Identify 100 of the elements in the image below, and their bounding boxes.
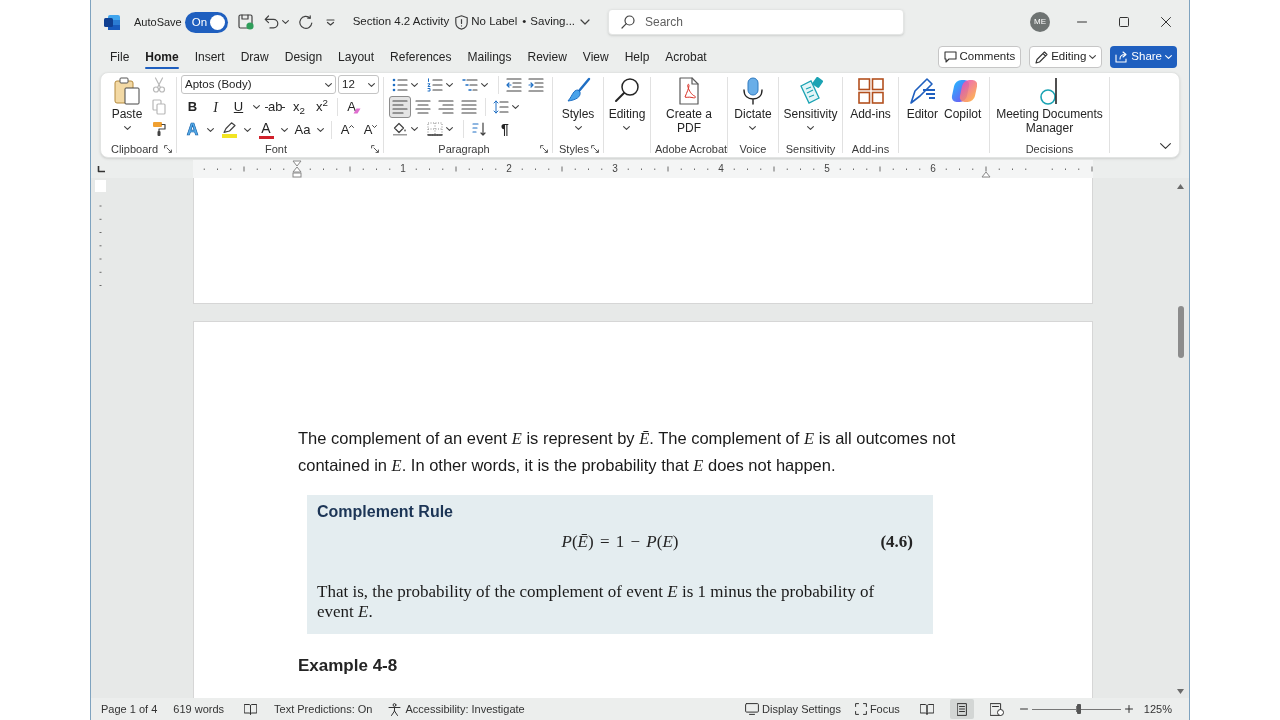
styles-button[interactable]: Styles <box>561 77 595 141</box>
display-settings-button[interactable]: Display Settings <box>745 700 841 718</box>
minus-icon[interactable] <box>1019 708 1028 710</box>
caret-icon[interactable] <box>281 20 289 24</box>
page-count[interactable]: Page 1 of 4 <box>101 700 158 718</box>
undo-icon[interactable] <box>263 15 279 29</box>
search-field[interactable]: Search <box>608 9 904 35</box>
caret-icon[interactable] <box>281 128 288 132</box>
sensitivity-label[interactable]: No Label <box>471 13 518 31</box>
focus-button[interactable]: Focus <box>854 700 900 718</box>
maximize-icon[interactable] <box>1119 17 1129 27</box>
caret-icon[interactable] <box>317 128 324 132</box>
meeting-documents-button[interactable]: Meeting Documents Manager <box>993 77 1106 141</box>
strikethrough-button[interactable]: ab <box>263 96 288 118</box>
sort-icon[interactable] <box>471 122 487 136</box>
font-size-combobox[interactable]: 12 <box>338 75 379 94</box>
book-icon[interactable] <box>244 703 258 715</box>
tab-stop-icon[interactable] <box>97 165 105 173</box>
caret-icon[interactable] <box>244 128 251 132</box>
menu-tab[interactable]: Review <box>519 44 575 70</box>
dialog-launcher-icon[interactable] <box>540 145 548 153</box>
align-left-button[interactable] <box>389 96 411 118</box>
caret-icon[interactable] <box>446 83 453 87</box>
font-color-button[interactable]: A <box>254 121 278 139</box>
clear-formatting-button[interactable]: A <box>342 96 366 118</box>
menu-tab[interactable]: Layout <box>330 44 383 70</box>
chevron-down-icon[interactable] <box>580 19 591 25</box>
paste-button[interactable]: Paste <box>106 77 148 141</box>
line-spacing-icon[interactable] <box>493 100 509 114</box>
account-avatar[interactable]: ME <box>1030 12 1050 32</box>
text-predictions-status[interactable]: Text Predictions: On <box>274 700 373 718</box>
horizontal-ruler[interactable]: 1 2 3 4 5 6 <box>193 160 1093 178</box>
subscript-button[interactable]: x$_{2}$ <box>287 96 311 118</box>
bullet-list-icon[interactable] <box>392 78 408 92</box>
redo-icon[interactable] <box>297 14 313 30</box>
borders-icon[interactable] <box>427 122 443 136</box>
customize-toolbar-icon[interactable] <box>325 18 335 26</box>
caret-icon[interactable] <box>207 128 214 132</box>
menu-tab[interactable]: Design <box>276 44 331 70</box>
increase-indent-icon[interactable] <box>528 78 544 92</box>
font-name-combobox[interactable]: Aptos (Body) <box>181 75 336 94</box>
superscript-button[interactable]: x$^{2}$ <box>310 96 334 118</box>
sensitivity-button[interactable]: Sensitivity <box>783 77 838 141</box>
menu-tab[interactable]: Insert <box>186 44 233 70</box>
zoom-slider[interactable] <box>1031 704 1121 714</box>
menu-tab[interactable]: Draw <box>232 44 277 70</box>
italic-button[interactable]: I <box>204 96 227 118</box>
word-count[interactable]: 619 words <box>173 700 225 718</box>
menu-tab[interactable]: Home <box>137 44 187 70</box>
copilot-button[interactable]: Copilot <box>944 77 982 141</box>
app-logo-icon[interactable] <box>104 14 120 30</box>
zoom-percentage[interactable]: 125% <box>1143 700 1172 718</box>
grow-font-button[interactable]: A <box>336 119 359 141</box>
zoom-slider-thumb[interactable] <box>1077 704 1081 714</box>
menu-tab[interactable]: File <box>102 44 138 70</box>
shrink-font-button[interactable]: A <box>359 119 382 141</box>
dialog-launcher-icon[interactable] <box>371 145 379 153</box>
numbered-list-icon[interactable] <box>427 78 443 92</box>
caret-icon[interactable] <box>253 105 260 109</box>
dictate-button[interactable]: Dictate <box>734 77 772 141</box>
add-ins-button[interactable]: Add-ins <box>850 77 891 141</box>
menu-tab[interactable]: View <box>574 44 617 70</box>
plus-icon[interactable] <box>1124 705 1133 713</box>
caret-icon[interactable] <box>411 83 418 87</box>
share-button[interactable]: Share <box>1110 46 1177 68</box>
menu-tab[interactable]: References <box>382 44 460 70</box>
caret-icon[interactable] <box>481 83 488 87</box>
indent-marker-icon[interactable] <box>292 160 302 178</box>
chevron-down-icon[interactable] <box>1160 143 1171 149</box>
bold-button[interactable]: B <box>181 96 204 118</box>
document-title[interactable]: Section 4.2 Activity <box>352 13 450 31</box>
decrease-indent-icon[interactable] <box>506 78 522 92</box>
dialog-launcher-icon[interactable] <box>164 145 172 153</box>
accessibility-button[interactable]: Accessibility: Investigate <box>388 700 525 718</box>
scrollbar-thumb[interactable] <box>1177 306 1184 358</box>
paint-bucket-icon[interactable] <box>392 122 408 136</box>
show-marks-button[interactable]: ¶ <box>495 118 515 140</box>
scroll-up-icon[interactable] <box>1177 184 1184 189</box>
scroll-down-icon[interactable] <box>1177 689 1184 694</box>
editing-mode-button[interactable]: Editing <box>1029 46 1103 68</box>
save-icon[interactable] <box>237 14 254 30</box>
print-layout-button[interactable] <box>949 699 974 719</box>
paint-roller-icon[interactable] <box>152 121 167 137</box>
underline-button[interactable]: U <box>227 96 250 118</box>
change-case-button[interactable]: Aa <box>291 119 314 141</box>
caret-icon[interactable] <box>446 127 453 131</box>
caret-icon[interactable] <box>411 127 418 131</box>
editor-button[interactable]: Editor <box>906 77 938 141</box>
caret-icon[interactable] <box>512 105 519 109</box>
multilevel-list-icon[interactable] <box>462 78 478 92</box>
close-icon[interactable] <box>1161 17 1171 27</box>
highlighter-icon[interactable] <box>222 122 236 133</box>
shield-icon[interactable] <box>455 14 469 30</box>
autosave-toggle[interactable]: On <box>184 11 228 33</box>
comments-button[interactable]: Comments <box>937 46 1022 68</box>
menu-tab[interactable]: Help <box>616 44 658 70</box>
editing-button[interactable]: Editing <box>608 77 646 141</box>
menu-tab[interactable]: Acrobat <box>657 44 715 70</box>
dialog-launcher-icon[interactable] <box>591 145 599 153</box>
create-pdf-button[interactable]: Create a PDF <box>664 77 714 141</box>
